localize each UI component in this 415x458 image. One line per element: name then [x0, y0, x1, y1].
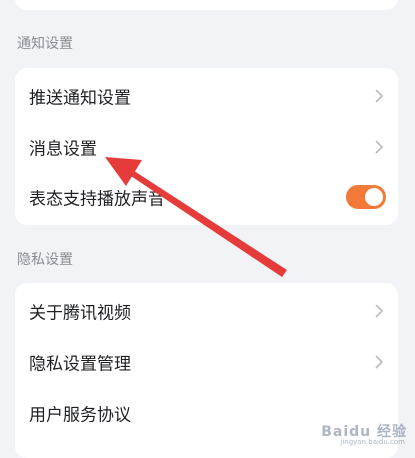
row-label: 推送通知设置 [29, 88, 131, 109]
chevron-right-icon [375, 89, 384, 103]
row-privacy-settings-management[interactable]: 隐私设置管理 [15, 336, 398, 388]
chevron-right-icon [375, 140, 384, 154]
chevron-right-icon [375, 355, 384, 369]
row-push-notification-settings[interactable]: 推送通知设置 [15, 70, 398, 122]
row-label: 用户服务协议 [29, 405, 131, 426]
row-label: 消息设置 [29, 139, 97, 160]
row-label: 隐私设置管理 [29, 354, 131, 375]
section-title-privacy: 隐私设置 [17, 252, 73, 268]
notify-settings-card: 推送通知设置 消息设置 表态支持播放声音 [15, 68, 398, 225]
row-label: 表态支持播放声音 [29, 189, 165, 210]
toggle-knob [365, 188, 383, 206]
previous-settings-card [15, 0, 398, 10]
row-label: 关于腾讯视频 [29, 303, 131, 324]
reaction-sound-toggle[interactable] [346, 185, 386, 209]
section-title-notify: 通知设置 [17, 36, 73, 52]
row-reaction-sound: 表态支持播放声音 [15, 171, 398, 223]
chevron-right-icon [375, 304, 384, 318]
row-about-tencent-video[interactable]: 关于腾讯视频 [15, 285, 398, 337]
row-message-settings[interactable]: 消息设置 [15, 121, 398, 173]
